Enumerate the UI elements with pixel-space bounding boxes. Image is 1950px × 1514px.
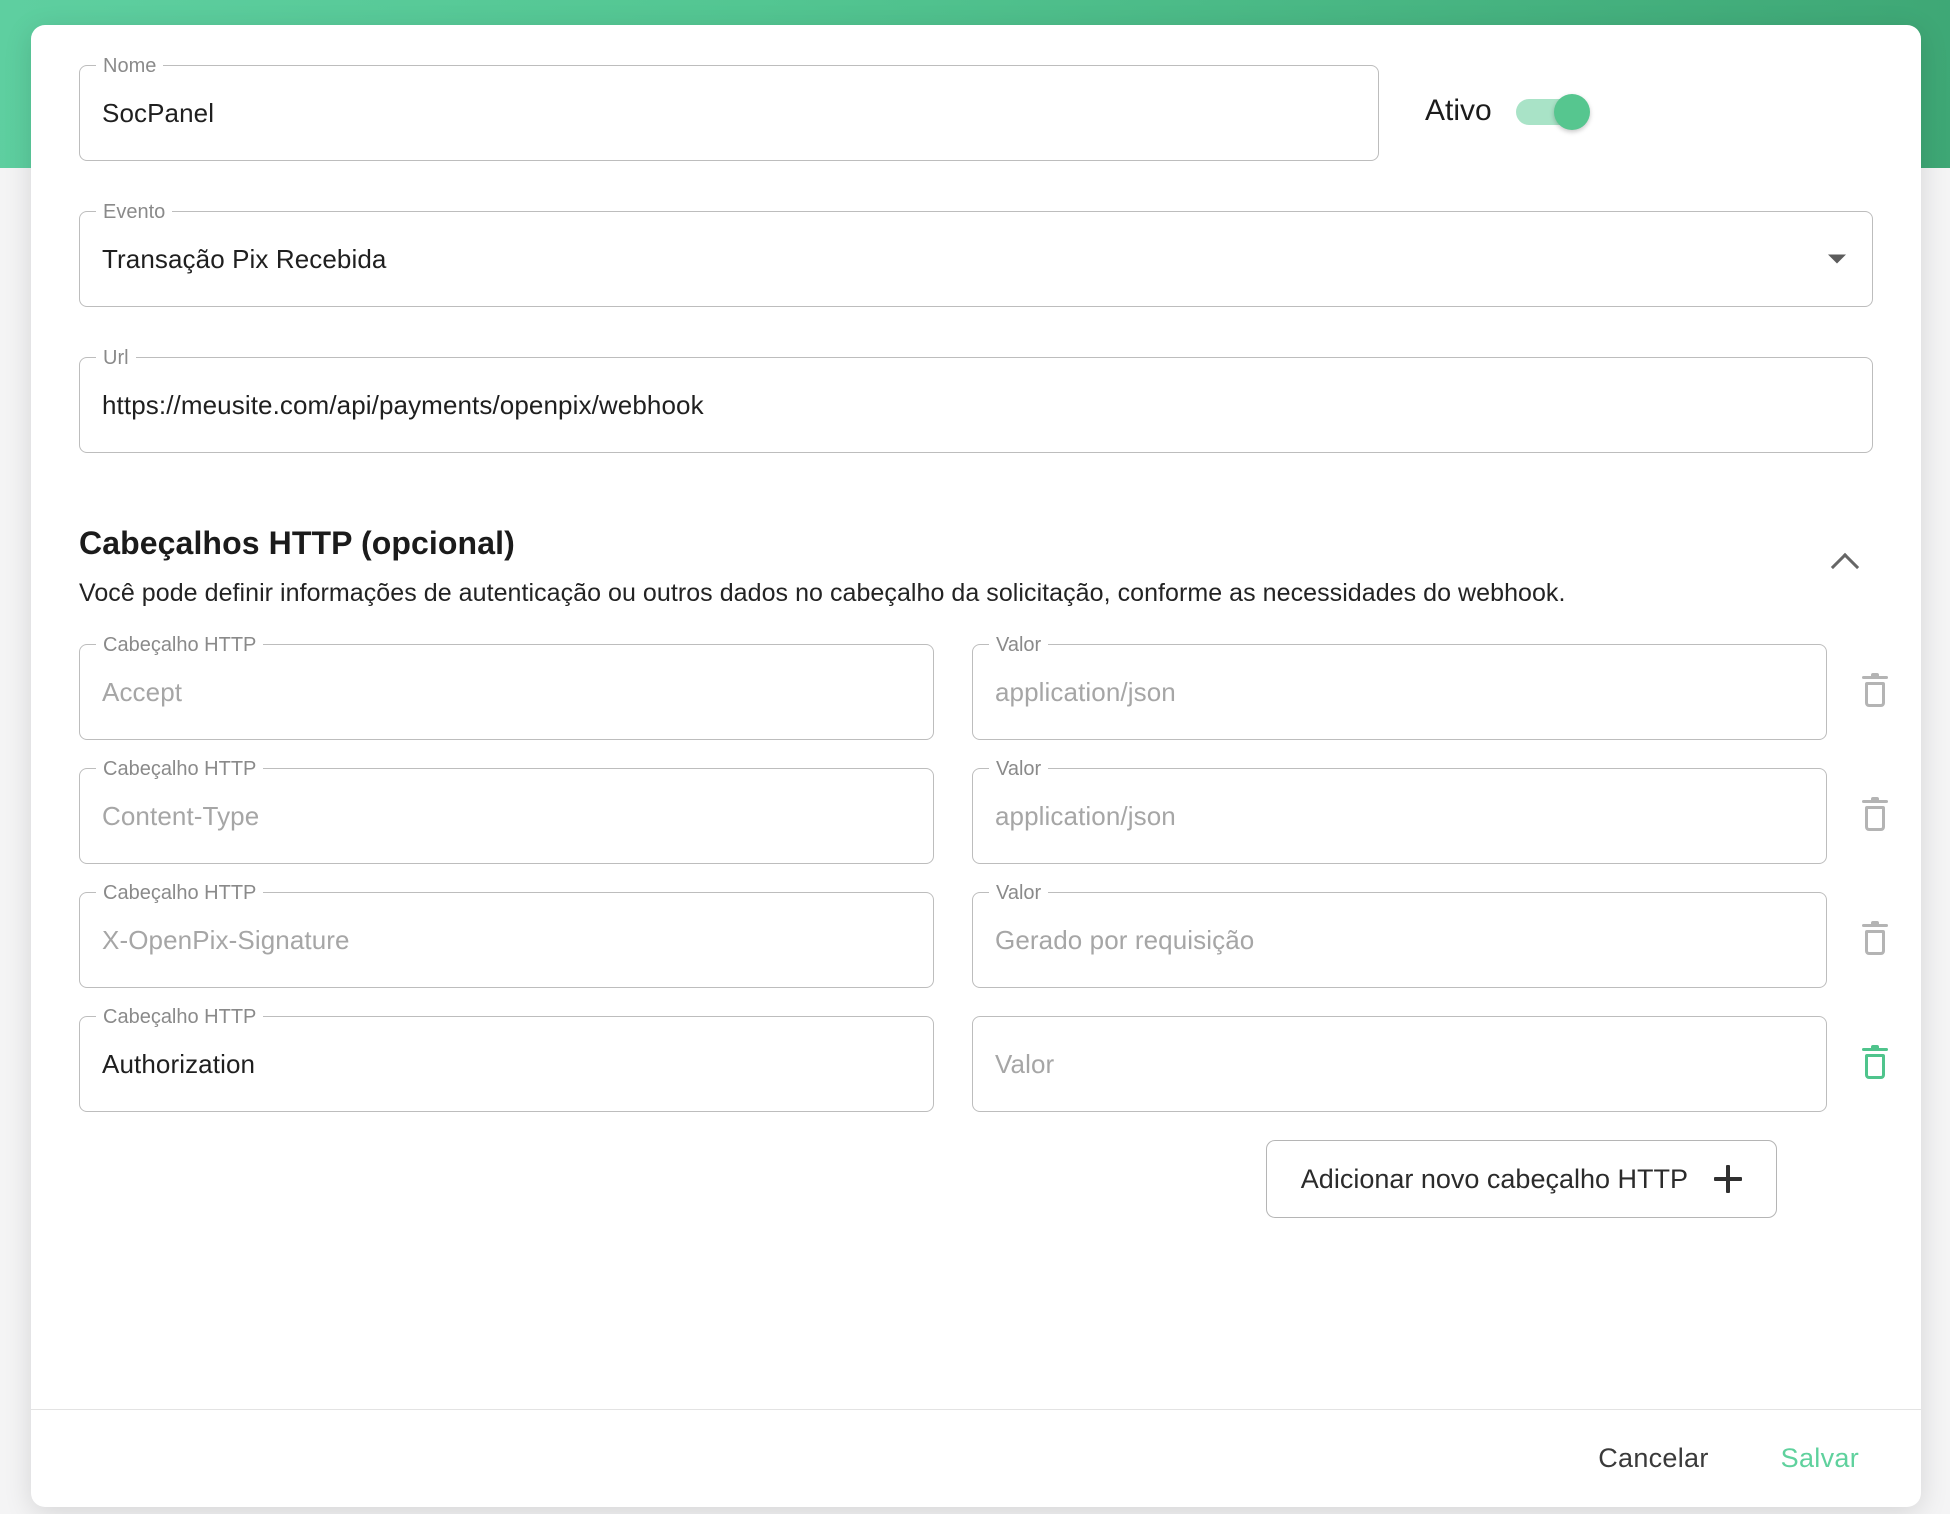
- dialog-footer: Cancelar Salvar: [31, 1409, 1921, 1507]
- trash-icon: [1862, 1045, 1888, 1080]
- header-value-label: Valor: [989, 882, 1049, 904]
- http-headers-section: Cabeçalhos HTTP (opcional) Você pode def…: [79, 525, 1888, 1218]
- header-value-value: Gerado por requisição: [995, 924, 1255, 955]
- table-row: Cabeçalho HTTP Accept Valor application/…: [79, 634, 1888, 740]
- delete-header-button[interactable]: [1827, 644, 1921, 740]
- header-value-input[interactable]: Valor application/json: [972, 634, 1827, 740]
- toggle-knob: [1553, 94, 1590, 130]
- chevron-down-icon[interactable]: [1828, 254, 1846, 264]
- header-key-input[interactable]: Cabeçalho HTTP Authorization: [79, 1006, 934, 1112]
- collapse-section-button[interactable]: [1821, 539, 1869, 587]
- active-toggle-label: Ativo: [1425, 94, 1492, 127]
- url-field-value: https://meusite.com/api/payments/openpix…: [102, 389, 704, 420]
- header-value-input[interactable]: Valor Gerado por requisição: [972, 882, 1827, 988]
- active-toggle-group[interactable]: Ativo: [1425, 94, 1590, 132]
- delete-header-button[interactable]: [1827, 892, 1921, 988]
- header-key-label: Cabeçalho HTTP: [96, 758, 264, 780]
- event-select[interactable]: Evento Transação Pix Recebida: [79, 201, 1873, 307]
- header-value-label: Valor: [989, 758, 1049, 780]
- table-row: Cabeçalho HTTP Authorization Valor: [79, 1006, 1888, 1112]
- webhook-edit-dialog: Nome SocPanel Ativo Evento Transação Pix…: [31, 25, 1921, 1507]
- header-key-value: X-OpenPix-Signature: [102, 924, 350, 955]
- delete-header-button[interactable]: [1827, 1016, 1921, 1112]
- header-key-value: Accept: [102, 676, 183, 707]
- trash-icon: [1862, 921, 1888, 956]
- header-key-value: Content-Type: [102, 800, 260, 831]
- cancel-button[interactable]: Cancelar: [1572, 1429, 1734, 1488]
- header-value-value: Valor: [995, 1048, 1055, 1079]
- name-field[interactable]: Nome SocPanel: [79, 55, 1379, 161]
- trash-icon: [1862, 673, 1888, 708]
- delete-header-button[interactable]: [1827, 768, 1921, 864]
- name-field-value: SocPanel: [102, 97, 215, 128]
- name-field-label: Nome: [96, 55, 164, 77]
- dialog-body: Nome SocPanel Ativo Evento Transação Pix…: [31, 25, 1921, 1409]
- add-http-header-label: Adicionar novo cabeçalho HTTP: [1300, 1163, 1688, 1194]
- active-toggle-switch[interactable]: [1514, 94, 1590, 130]
- name-and-toggle-row: Nome SocPanel Ativo: [79, 55, 1873, 161]
- header-value-input[interactable]: Valor: [972, 1016, 1827, 1112]
- add-header-row: Adicionar novo cabeçalho HTTP: [79, 1140, 1873, 1218]
- plus-icon: [1714, 1165, 1742, 1193]
- save-button[interactable]: Salvar: [1755, 1429, 1885, 1488]
- header-key-input[interactable]: Cabeçalho HTTP Content-Type: [79, 758, 934, 864]
- url-field[interactable]: Url https://meusite.com/api/payments/ope…: [79, 347, 1873, 453]
- add-http-header-button[interactable]: Adicionar novo cabeçalho HTTP: [1265, 1140, 1777, 1218]
- section-description: Você pode definir informações de autenti…: [79, 579, 1566, 607]
- table-row: Cabeçalho HTTP Content-Type Valor applic…: [79, 758, 1888, 864]
- chevron-up-icon: [1830, 552, 1860, 581]
- header-key-value: Authorization: [102, 1048, 256, 1079]
- header-rows-list: Cabeçalho HTTP Accept Valor application/…: [79, 634, 1888, 1112]
- section-title: Cabeçalhos HTTP (opcional): [79, 525, 515, 561]
- header-value-value: application/json: [995, 676, 1176, 707]
- header-value-label: Valor: [989, 634, 1049, 656]
- header-key-input[interactable]: Cabeçalho HTTP Accept: [79, 634, 934, 740]
- header-key-label: Cabeçalho HTTP: [96, 634, 264, 656]
- trash-icon: [1862, 797, 1888, 832]
- header-key-label: Cabeçalho HTTP: [96, 882, 264, 904]
- event-select-label: Evento: [96, 201, 173, 223]
- url-field-label: Url: [96, 347, 136, 369]
- header-key-label: Cabeçalho HTTP: [96, 1006, 264, 1028]
- header-key-input[interactable]: Cabeçalho HTTP X-OpenPix-Signature: [79, 882, 934, 988]
- table-row: Cabeçalho HTTP X-OpenPix-Signature Valor…: [79, 882, 1888, 988]
- header-value-input[interactable]: Valor application/json: [972, 758, 1827, 864]
- event-select-value: Transação Pix Recebida: [102, 243, 387, 274]
- header-value-value: application/json: [995, 800, 1176, 831]
